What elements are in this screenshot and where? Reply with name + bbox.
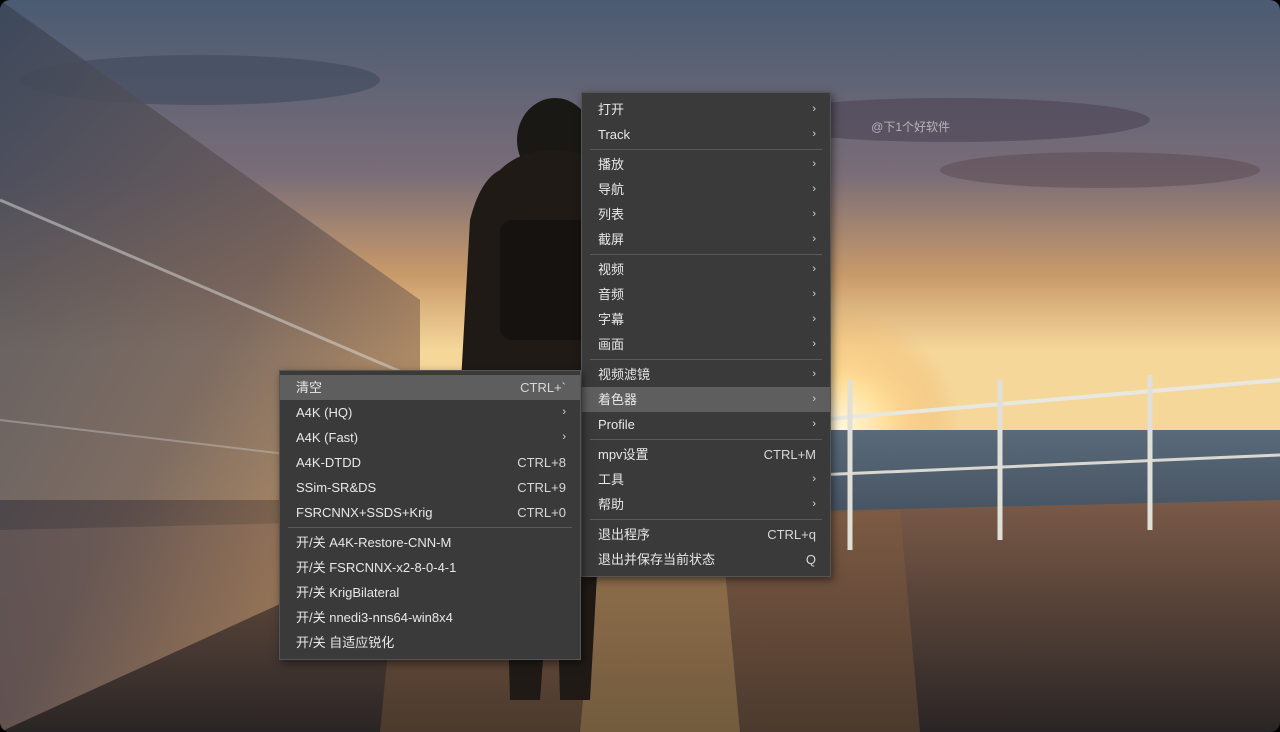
menu-item-label: 视频滤镜: [598, 365, 650, 384]
menu-item-label: 开/关 自适应锐化: [296, 633, 394, 652]
main-menu-item[interactable]: 截屏 ›: [582, 227, 830, 252]
main-menu-separator: [590, 149, 822, 150]
main-menu-item[interactable]: 视频 ›: [582, 257, 830, 282]
menu-item-label: 播放: [598, 155, 624, 174]
shader-submenu: 清空 CTRL+` A4K (HQ) › A4K (Fast) › A4K-DTDD CTRL…: [279, 370, 581, 660]
menu-item-label: 开/关 A4K-Restore-CNN-M: [296, 533, 451, 552]
menu-item-label: 字幕: [598, 310, 624, 329]
menu-item-shortcut: CTRL+`: [520, 378, 566, 397]
shader-menu-item[interactable]: SSim-SR&DS CTRL+9: [280, 475, 580, 500]
main-menu-item[interactable]: 退出并保存当前状态 Q: [582, 547, 830, 572]
menu-item-shortcut: CTRL+0: [517, 503, 566, 522]
menu-item-label: 音频: [598, 285, 624, 304]
menu-item-shortcut: Q: [806, 550, 816, 569]
chevron-right-icon: ›: [562, 403, 566, 422]
shader-menu-item[interactable]: 开/关 A4K-Restore-CNN-M: [280, 530, 580, 555]
chevron-right-icon: ›: [812, 335, 816, 354]
chevron-right-icon: ›: [812, 155, 816, 174]
shader-menu-item[interactable]: 开/关 KrigBilateral: [280, 580, 580, 605]
menu-item-label: 截屏: [598, 230, 624, 249]
shader-menu-item[interactable]: 开/关 nnedi3-nns64-win8x4: [280, 605, 580, 630]
menu-item-label: 打开: [598, 100, 624, 119]
main-menu-item[interactable]: 工具 ›: [582, 467, 830, 492]
menu-item-label: 退出程序: [598, 525, 650, 544]
shader-menu-item[interactable]: 清空 CTRL+`: [280, 375, 580, 400]
menu-item-shortcut: CTRL+9: [517, 478, 566, 497]
main-menu-separator: [590, 254, 822, 255]
menu-item-label: Profile: [598, 415, 635, 434]
menu-item-label: 导航: [598, 180, 624, 199]
chevron-right-icon: ›: [812, 310, 816, 329]
menu-item-label: Track: [598, 125, 630, 144]
chevron-right-icon: ›: [812, 495, 816, 514]
chevron-right-icon: ›: [562, 428, 566, 447]
main-menu-item[interactable]: 着色器 ›: [582, 387, 830, 412]
menu-item-label: 画面: [598, 335, 624, 354]
main-menu-separator: [590, 359, 822, 360]
main-menu-item[interactable]: Profile ›: [582, 412, 830, 437]
chevron-right-icon: ›: [812, 260, 816, 279]
main-menu-item[interactable]: 退出程序 CTRL+q: [582, 522, 830, 547]
chevron-right-icon: ›: [812, 125, 816, 144]
menu-item-label: mpv设置: [598, 445, 649, 464]
chevron-right-icon: ›: [812, 365, 816, 384]
menu-item-label: 开/关 nnedi3-nns64-win8x4: [296, 608, 453, 627]
menu-item-label: SSim-SR&DS: [296, 478, 376, 497]
menu-item-label: 视频: [598, 260, 624, 279]
shader-menu-item[interactable]: FSRCNNX+SSDS+Krig CTRL+0: [280, 500, 580, 525]
main-menu-item[interactable]: 音频 ›: [582, 282, 830, 307]
menu-item-label: A4K (Fast): [296, 428, 358, 447]
main-menu-item[interactable]: mpv设置 CTRL+M: [582, 442, 830, 467]
main-menu-item[interactable]: 导航 ›: [582, 177, 830, 202]
main-menu-item[interactable]: 播放 ›: [582, 152, 830, 177]
menu-item-label: 工具: [598, 470, 624, 489]
chevron-right-icon: ›: [812, 205, 816, 224]
menu-item-shortcut: CTRL+q: [767, 525, 816, 544]
main-menu-separator: [590, 519, 822, 520]
menu-item-label: A4K (HQ): [296, 403, 352, 422]
menu-item-shortcut: CTRL+8: [517, 453, 566, 472]
chevron-right-icon: ›: [812, 470, 816, 489]
main-menu-item[interactable]: 字幕 ›: [582, 307, 830, 332]
menu-item-label: 清空: [296, 378, 322, 397]
shader-menu-item[interactable]: 开/关 FSRCNNX-x2-8-0-4-1: [280, 555, 580, 580]
chevron-right-icon: ›: [812, 285, 816, 304]
menu-item-label: 列表: [598, 205, 624, 224]
chevron-right-icon: ›: [812, 230, 816, 249]
main-menu-item[interactable]: 画面 ›: [582, 332, 830, 357]
main-menu-item[interactable]: Track ›: [582, 122, 830, 147]
chevron-right-icon: ›: [812, 415, 816, 434]
watermark: @下1个好软件: [871, 118, 950, 135]
shader-menu-item[interactable]: A4K-DTDD CTRL+8: [280, 450, 580, 475]
menu-item-label: 退出并保存当前状态: [598, 550, 715, 569]
shader-menu-item[interactable]: 开/关 自适应锐化: [280, 630, 580, 655]
menu-item-label: 开/关 KrigBilateral: [296, 583, 399, 602]
shader-menu-item[interactable]: A4K (HQ) ›: [280, 400, 580, 425]
menu-item-shortcut: CTRL+M: [764, 445, 816, 464]
main-menu-item[interactable]: 帮助 ›: [582, 492, 830, 517]
main-menu-item[interactable]: 打开 ›: [582, 97, 830, 122]
chevron-right-icon: ›: [812, 100, 816, 119]
menu-item-label: FSRCNNX+SSDS+Krig: [296, 503, 433, 522]
menu-item-label: 帮助: [598, 495, 624, 514]
main-menu-item[interactable]: 视频滤镜 ›: [582, 362, 830, 387]
main-context-menu: 打开›Track›播放›导航›列表›截屏›视频›音频›字幕›画面›视频滤镜›着色…: [581, 92, 831, 577]
menu-item-label: A4K-DTDD: [296, 453, 361, 472]
menu-item-label: 开/关 FSRCNNX-x2-8-0-4-1: [296, 558, 456, 577]
shader-menu-item[interactable]: A4K (Fast) ›: [280, 425, 580, 450]
main-menu-item[interactable]: 列表 ›: [582, 202, 830, 227]
main-menu-separator: [590, 439, 822, 440]
shader-menu-separator: [288, 527, 572, 528]
menu-item-label: 着色器: [598, 390, 637, 409]
chevron-right-icon: ›: [812, 390, 816, 409]
chevron-right-icon: ›: [812, 180, 816, 199]
